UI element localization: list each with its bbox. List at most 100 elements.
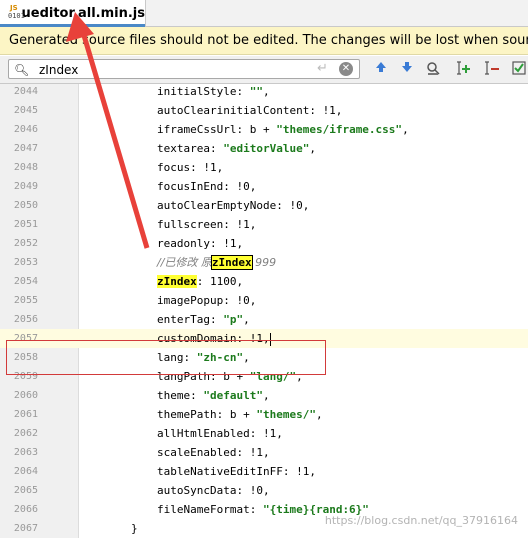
- next-occurrence-button[interactable]: [398, 60, 416, 78]
- watermark: https://blog.csdn.net/qq_37916164: [324, 514, 518, 527]
- add-selection-for-next-icon[interactable]: [456, 60, 474, 78]
- code-text: allHtmlEnabled: !1,: [157, 424, 283, 443]
- code-text: theme: "default",: [157, 386, 270, 405]
- line-number: 2044: [13, 86, 38, 97]
- code-line[interactable]: 2058 lang: "zh-cn",: [0, 348, 528, 367]
- code-text: //已修改 原zIndex 999: [157, 253, 276, 272]
- comment-text: //已修改 原: [157, 256, 212, 269]
- code-line[interactable]: 2062 allHtmlEnabled: !1,: [0, 424, 528, 443]
- line-number: 2063: [13, 447, 38, 458]
- line-number: 2054: [13, 276, 38, 287]
- code-token: ,: [243, 313, 250, 326]
- tab-title: ueditor.all.min.js: [21, 5, 146, 21]
- code-line[interactable]: 2050 autoClearEmptyNode: !0,: [0, 196, 528, 215]
- code-text: enterTag: "p",: [157, 310, 250, 329]
- code-line[interactable]: 2046 iframeCssUrl: b + "themes/iframe.css…: [0, 120, 528, 139]
- code-text: autoSyncData: !0,: [157, 481, 270, 500]
- code-editor[interactable]: 2044 initialStyle: "", 2045 autoClearinitia…: [0, 12, 528, 538]
- string-literal: "themes/iframe.css": [276, 123, 403, 136]
- file-tab[interactable]: JS 0101 ueditor.all.min.js: [0, 0, 146, 27]
- string-literal: "": [249, 85, 263, 98]
- code-line[interactable]: 2047 textarea: "editorValue",: [0, 139, 528, 158]
- search-field[interactable]: 🔍︎ ↵ ✕: [8, 59, 360, 79]
- code-line[interactable]: 2045 autoClearinitialContent: !1,: [0, 101, 528, 120]
- code-line[interactable]: 2055 imagePopup: !0,: [0, 291, 528, 310]
- line-number: 2059: [13, 371, 38, 382]
- find-toolbar: 🔍︎ ↵ ✕: [0, 56, 528, 84]
- line-number: 2045: [13, 105, 38, 116]
- line-number: 2050: [13, 200, 38, 211]
- code-text: autoClearEmptyNode: !0,: [157, 196, 309, 215]
- code-line[interactable]: 2060 theme: "default",: [0, 386, 528, 405]
- string-literal: "lang/": [249, 370, 297, 383]
- code-line[interactable]: 2065 autoSyncData: !0,: [0, 481, 528, 500]
- find-all-occurrences-icon[interactable]: [424, 60, 442, 78]
- code-line[interactable]: 2056 enterTag: "p",: [0, 310, 528, 329]
- code-token: autoSyncData: !0,: [157, 484, 270, 497]
- code-token: : 1100,: [196, 275, 244, 288]
- code-token: fileNameFormat:: [157, 503, 263, 516]
- line-number: 2058: [13, 352, 38, 363]
- code-text: langPath: b + "lang/",: [157, 367, 303, 386]
- code-token: readonly: !1,: [157, 237, 244, 250]
- code-token: allHtmlEnabled: !1,: [157, 427, 283, 440]
- code-text: lang: "zh-cn",: [157, 348, 250, 367]
- code-token: enterTag:: [157, 313, 224, 326]
- line-number: 2055: [13, 295, 38, 306]
- code-token: themePath: b +: [157, 408, 257, 421]
- code-line[interactable]: 2049 focusInEnd: !0,: [0, 177, 528, 196]
- js-file-icon: JS 0101: [8, 4, 25, 20]
- code-token: imagePopup: !0,: [157, 294, 257, 307]
- search-match-highlight: zIndex: [157, 275, 197, 288]
- unselect-occurrence-icon[interactable]: [484, 60, 502, 78]
- code-token: lang:: [157, 351, 197, 364]
- code-token: tableNativeEditInFF: !1,: [157, 465, 316, 478]
- code-line[interactable]: 2059 langPath: b + "lang/",: [0, 367, 528, 386]
- code-line[interactable]: 2063 scaleEnabled: !1,: [0, 443, 528, 462]
- comment-text: 999: [251, 256, 277, 269]
- search-match-highlight: zIndex: [210, 255, 253, 270]
- code-line[interactable]: 2048 focus: !1,: [0, 158, 528, 177]
- code-token: ,: [402, 123, 409, 136]
- code-text: iframeCssUrl: b + "themes/iframe.css",: [157, 120, 409, 139]
- code-token: ,: [262, 389, 270, 402]
- line-number: 2046: [13, 124, 38, 135]
- code-token: initialStyle:: [157, 85, 250, 98]
- generated-file-warning-banner: Generated source files should not be edi…: [0, 27, 528, 55]
- line-number: 2060: [13, 390, 38, 401]
- code-text: imagePopup: !0,: [157, 291, 256, 310]
- string-literal: "zh-cn": [196, 351, 244, 364]
- line-number: 2053: [13, 257, 38, 268]
- code-line[interactable]: 2057 customDomain: !1,: [0, 329, 528, 348]
- code-line[interactable]: 2051 fullscreen: !1,: [0, 215, 528, 234]
- code-token: ,: [262, 85, 270, 98]
- code-text: scaleEnabled: !1,: [157, 443, 270, 462]
- line-number: 2056: [13, 314, 38, 325]
- code-token: ,: [315, 408, 323, 421]
- code-token: focusInEnd: !0,: [157, 180, 257, 193]
- code-text: textarea: "editorValue",: [157, 139, 316, 158]
- code-token: iframeCssUrl: b +: [157, 123, 277, 136]
- code-line[interactable]: 2044 initialStyle: "",: [0, 82, 528, 101]
- previous-occurrence-button[interactable]: [372, 60, 390, 78]
- code-line[interactable]: 2052 readonly: !1,: [0, 234, 528, 253]
- text-caret: [269, 332, 271, 346]
- string-literal: "editorValue": [223, 142, 310, 155]
- code-line[interactable]: 2061 themePath: b + "themes/",: [0, 405, 528, 424]
- line-number: 2048: [13, 162, 38, 173]
- line-number: 2051: [13, 219, 38, 230]
- code-text: focus: !1,: [157, 158, 223, 177]
- code-token: ,: [309, 142, 316, 155]
- code-token: customDomain: !1,: [157, 332, 270, 345]
- search-input[interactable]: [37, 61, 301, 79]
- code-line[interactable]: 2064 tableNativeEditInFF: !1,: [0, 462, 528, 481]
- code-line[interactable]: 2054 zIndex: 1100,: [0, 272, 528, 291]
- string-literal: "p": [223, 313, 244, 326]
- code-token: scaleEnabled: !1,: [157, 446, 270, 459]
- code-text: zIndex: 1100,: [157, 272, 243, 291]
- clear-search-icon[interactable]: ✕: [339, 62, 353, 76]
- code-line[interactable]: 2053 //已修改 原zIndex 999: [0, 253, 528, 272]
- search-icon[interactable]: 🔍︎: [14, 63, 29, 77]
- select-all-occurrences-icon[interactable]: [510, 60, 528, 78]
- code-token: autoClearinitialContent: !1,: [157, 104, 343, 117]
